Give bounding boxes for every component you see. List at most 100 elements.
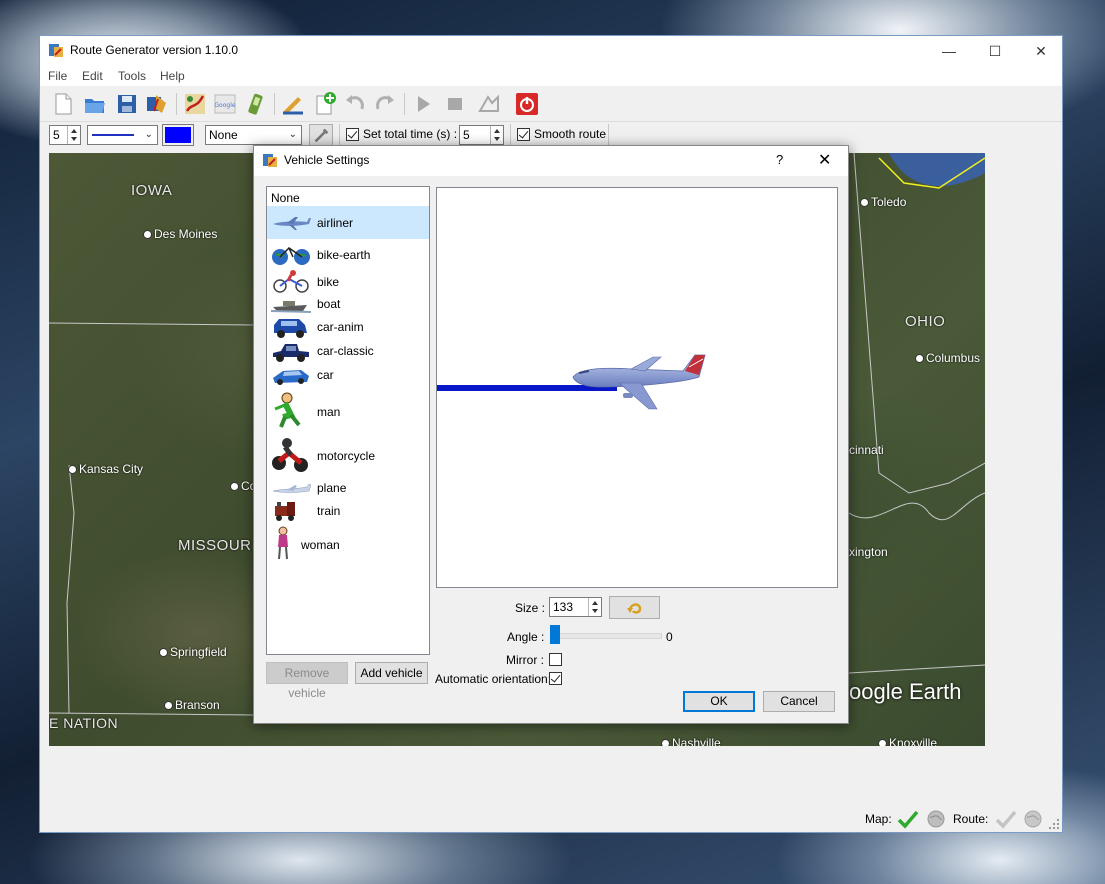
- route-color-button[interactable]: [162, 124, 194, 146]
- status-bar: Map: Route:: [40, 806, 1062, 832]
- minimize-button[interactable]: —: [926, 36, 972, 66]
- gps-device-icon[interactable]: [242, 91, 268, 117]
- vehicle-list[interactable]: None airliner bike-earth bike boat car-a…: [266, 186, 430, 655]
- google-earth-watermark: oogle Earth: [849, 679, 962, 704]
- save-as-icon[interactable]: [144, 91, 170, 117]
- remove-vehicle-button[interactable]: Remove vehicle: [266, 662, 348, 700]
- list-item[interactable]: car-classic: [267, 339, 429, 363]
- toolbar-separator: [339, 124, 340, 146]
- stop-icon[interactable]: [442, 91, 468, 117]
- reset-arrow-icon: [627, 603, 642, 614]
- list-item[interactable]: man: [267, 389, 429, 433]
- car-classic-icon: [273, 344, 309, 362]
- man-icon: [274, 392, 301, 428]
- line-width-value: 5: [53, 128, 60, 142]
- dialog-close-button[interactable]: ✕: [818, 150, 831, 170]
- motorcycle-icon: [272, 438, 308, 472]
- auto-orientation-label: Automatic orientation:: [435, 672, 552, 686]
- state-label-nation: E NATION: [49, 715, 119, 731]
- line-style-combo[interactable]: ⌄: [87, 125, 158, 145]
- angle-slider-thumb[interactable]: [550, 625, 560, 644]
- close-button[interactable]: ✕: [1018, 36, 1064, 66]
- city-kansas-city: Kansas City: [68, 462, 143, 476]
- list-item[interactable]: bike-earth: [267, 239, 429, 267]
- globe-icon: [927, 810, 945, 828]
- vehicle-combo-value: None: [209, 128, 238, 142]
- angle-label: Angle :: [507, 630, 545, 644]
- help-button[interactable]: ?: [776, 152, 783, 167]
- route-edit-icon[interactable]: [182, 91, 208, 117]
- vehicle-preview: [436, 187, 838, 588]
- spinner-arrows[interactable]: [67, 126, 80, 144]
- undo-icon[interactable]: [342, 91, 368, 117]
- list-item[interactable]: bike: [267, 267, 429, 293]
- save-icon[interactable]: [114, 91, 140, 117]
- size-spinner[interactable]: 133: [549, 597, 602, 617]
- city-des-moines: Des Moines: [143, 227, 217, 241]
- open-folder-icon[interactable]: [82, 91, 108, 117]
- menu-edit[interactable]: Edit: [82, 69, 103, 83]
- vehicle-combo[interactable]: None ⌄: [205, 125, 302, 145]
- add-point-icon[interactable]: [312, 91, 338, 117]
- app-icon: [49, 44, 63, 57]
- list-item[interactable]: None: [267, 189, 429, 207]
- menu-bar: File Edit Tools Help: [40, 66, 1062, 86]
- spinner-arrows[interactable]: [588, 598, 601, 616]
- list-item[interactable]: train: [267, 499, 429, 523]
- export-video-icon[interactable]: [476, 91, 502, 117]
- reset-size-button[interactable]: [609, 596, 660, 619]
- play-icon[interactable]: [410, 91, 436, 117]
- map-ok-check-icon: [897, 810, 919, 829]
- angle-value: 0: [666, 630, 673, 644]
- mirror-label: Mirror :: [506, 653, 544, 667]
- state-label-iowa: IOWA: [131, 182, 173, 199]
- list-item[interactable]: plane: [267, 477, 429, 499]
- city-cincinnati: cinnati: [849, 443, 884, 457]
- list-item[interactable]: car-anim: [267, 315, 429, 339]
- line-width-spinner[interactable]: 5: [49, 125, 81, 145]
- total-time-spinner[interactable]: 5: [459, 125, 504, 145]
- state-label-ohio: OHIO: [905, 313, 946, 330]
- route-status-label: Route:: [953, 812, 989, 826]
- list-item[interactable]: car: [267, 363, 429, 389]
- set-total-time-checkbox[interactable]: [346, 128, 359, 141]
- svg-text:Google: Google: [214, 102, 235, 109]
- vehicle-settings-icon[interactable]: [309, 124, 333, 146]
- angle-slider-track[interactable]: [550, 633, 662, 639]
- car-anim-icon: [274, 319, 307, 338]
- state-label-missouri: MISSOUR: [178, 537, 252, 554]
- list-item[interactable]: motorcycle: [267, 433, 429, 477]
- train-icon: [275, 502, 295, 521]
- airliner-preview-icon: [572, 354, 706, 410]
- list-item[interactable]: airliner: [267, 206, 429, 239]
- total-time-value: 5: [463, 128, 470, 142]
- menu-help[interactable]: Help: [160, 69, 185, 83]
- auto-orientation-checkbox[interactable]: [549, 672, 562, 685]
- ok-button[interactable]: OK: [683, 691, 755, 712]
- dialog-title: Vehicle Settings: [284, 153, 370, 167]
- woman-icon: [278, 526, 288, 560]
- power-icon[interactable]: [514, 91, 540, 117]
- smooth-route-checkbox[interactable]: [517, 128, 530, 141]
- add-vehicle-button[interactable]: Add vehicle: [355, 662, 428, 684]
- cancel-button[interactable]: Cancel: [763, 691, 835, 712]
- title-bar: Route Generator version 1.10.0 — ☐ ✕: [40, 36, 1062, 66]
- list-item[interactable]: boat: [267, 293, 429, 315]
- list-item[interactable]: woman: [267, 523, 429, 563]
- toolbar-separator: [608, 124, 609, 146]
- size-value: 133: [553, 600, 574, 614]
- new-file-icon[interactable]: [50, 91, 76, 117]
- line-style-preview: [92, 134, 134, 136]
- redo-icon[interactable]: [372, 91, 398, 117]
- spinner-arrows[interactable]: [490, 126, 503, 144]
- resize-grip-icon[interactable]: [1048, 818, 1060, 830]
- google-maps-icon[interactable]: Google: [212, 91, 238, 117]
- plane-icon: [272, 483, 311, 493]
- city-branson: Branson: [164, 698, 220, 712]
- menu-tools[interactable]: Tools: [118, 69, 146, 83]
- main-toolbar: Google: [40, 87, 1062, 122]
- draw-pen-icon[interactable]: [280, 91, 306, 117]
- menu-file[interactable]: File: [48, 69, 67, 83]
- maximize-button[interactable]: ☐: [972, 36, 1018, 66]
- mirror-checkbox[interactable]: [549, 653, 562, 666]
